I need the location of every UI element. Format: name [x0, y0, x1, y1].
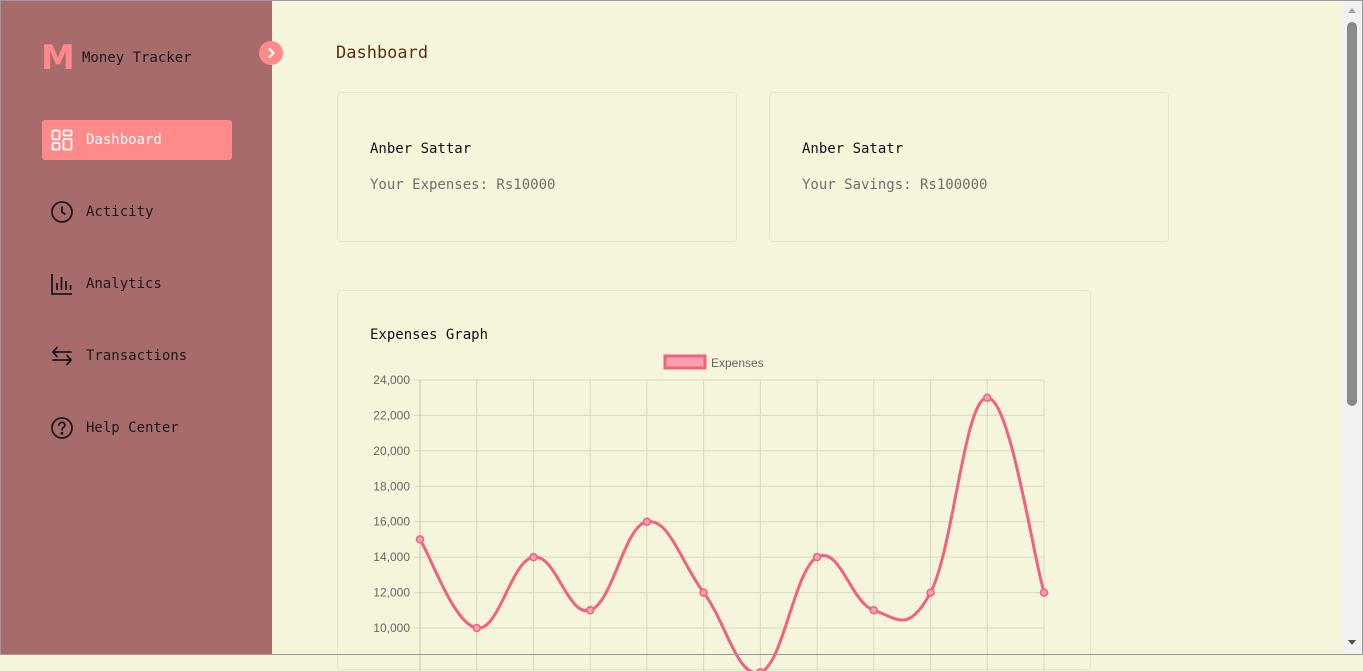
sidebar-item-help-center[interactable]: Help Center — [42, 408, 232, 448]
sidebar: M Money Tracker Dashboard Acticity Analy… — [1, 1, 272, 654]
data-point — [642, 517, 652, 526]
card-savings-text: Your Savings: Rs100000 — [802, 177, 988, 193]
legend-label: Expenses — [711, 356, 764, 370]
sidebar-item-label: Help Center — [86, 420, 179, 436]
series-line-expenses — [418, 396, 1046, 671]
data-point — [869, 606, 879, 615]
brand-name: Money Tracker — [82, 50, 192, 66]
data-point — [926, 588, 935, 597]
bar-chart-icon — [50, 272, 74, 296]
data-point — [472, 623, 481, 633]
y-tick-label: 12,000 — [373, 586, 410, 600]
y-tick-label: 20,000 — [373, 444, 410, 458]
y-tick-label: 22,000 — [373, 408, 410, 422]
legend-swatch — [663, 354, 707, 370]
data-point — [812, 552, 822, 562]
sidebar-item-dashboard[interactable]: Dashboard — [42, 120, 232, 160]
y-tick-label: 16,000 — [373, 515, 410, 529]
sidebar-item-label: Transactions — [86, 348, 188, 364]
data-point — [1039, 588, 1049, 597]
y-tick-label: 14,000 — [373, 550, 410, 564]
scroll-down-arrow-icon[interactable] — [1348, 640, 1356, 645]
page-title: Dashboard — [336, 43, 429, 63]
scrollbar-thumb[interactable] — [1347, 22, 1357, 406]
data-point — [699, 588, 708, 597]
card-expenses-text: Your Expenses: Rs10000 — [370, 177, 556, 193]
data-point — [415, 535, 425, 544]
question-circle-icon — [50, 416, 74, 440]
y-tick-label: 18,000 — [373, 479, 410, 493]
expenses-card: Anber Sattar Your Expenses: Rs10000 — [337, 92, 737, 242]
scroll-up-arrow-icon[interactable] — [1348, 8, 1356, 13]
sidebar-toggle-button[interactable] — [259, 41, 283, 65]
sidebar-item-activity[interactable]: Acticity — [42, 192, 232, 232]
sidebar-item-label: Acticity — [86, 204, 154, 220]
expenses-graph-card: Expenses Graph 24,000 22,000 20,000 18,000 1… — [337, 290, 1092, 671]
swap-arrows-icon — [50, 344, 74, 368]
sidebar-item-label: Analytics — [86, 276, 162, 292]
clock-icon — [50, 200, 74, 224]
card-user-name: Anber Satatr — [802, 141, 904, 157]
data-point — [983, 393, 992, 402]
data-point — [585, 606, 595, 615]
brand[interactable]: M Money Tracker — [41, 41, 192, 75]
main-content: Dashboard Anber Sattar Your Expenses: Rs… — [272, 1, 1343, 671]
sidebar-item-transactions[interactable]: Transactions — [42, 336, 232, 376]
savings-card: Anber Satatr Your Savings: Rs100000 — [769, 92, 1169, 242]
y-tick-label: 24,000 — [373, 373, 410, 387]
brand-logo: M — [41, 38, 75, 78]
card-user-name: Anber Sattar — [370, 141, 472, 157]
y-tick-label: 10,000 — [373, 621, 410, 635]
dashboard-grid-icon — [50, 128, 74, 152]
expenses-line-chart[interactable]: 24,000 22,000 20,000 18,000 16,000 14,000 12,0… — [338, 291, 1092, 671]
chevron-right-icon — [265, 47, 277, 59]
sidebar-item-analytics[interactable]: Analytics — [42, 264, 232, 304]
data-point — [529, 552, 538, 562]
sidebar-item-label: Dashboard — [86, 132, 162, 148]
